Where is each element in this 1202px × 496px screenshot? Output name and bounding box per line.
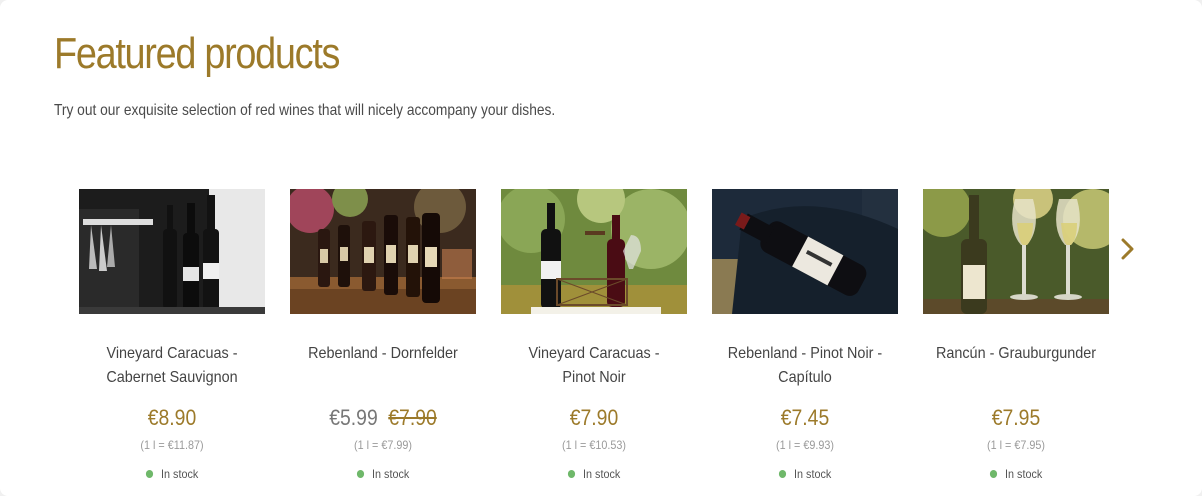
- current-price: €8.90: [147, 405, 197, 430]
- section-subtitle: Try out our exquisite selection of red w…: [54, 102, 556, 119]
- in-stock-dot-icon: [356, 470, 364, 478]
- featured-products-section: Featured products Try out our exquisite …: [0, 0, 1202, 496]
- product-card[interactable]: Rancún - Grauburgunder €7.95 (1 l = €7.9…: [923, 189, 1109, 482]
- stock-status: In stock: [299, 466, 466, 482]
- stock-status: In stock: [932, 466, 1099, 482]
- stock-status: In stock: [88, 466, 255, 482]
- product-image[interactable]: [290, 189, 476, 314]
- product-card[interactable]: Vineyard Caracuas - Cabernet Sauvignon €…: [79, 189, 265, 482]
- product-name[interactable]: Vineyard Caracuas - Pinot Noir: [510, 342, 677, 390]
- product-price: €7.45: [723, 404, 887, 432]
- product-image[interactable]: [79, 189, 265, 314]
- product-image[interactable]: [712, 189, 898, 314]
- in-stock-dot-icon: [989, 470, 997, 478]
- in-stock-dot-icon: [145, 470, 153, 478]
- product-card[interactable]: Vineyard Caracuas - Pinot Noir €7.90 (1 …: [501, 189, 687, 482]
- product-card[interactable]: Rebenland - Pinot Noir - Capítulo €7.45 …: [712, 189, 898, 482]
- old-price: €7.90: [388, 405, 437, 430]
- chevron-right-icon: [1121, 238, 1134, 260]
- stock-label: In stock: [161, 467, 199, 481]
- current-price: €5.99: [329, 405, 378, 430]
- product-image[interactable]: [923, 189, 1109, 314]
- stock-label: In stock: [1005, 467, 1043, 481]
- current-price: €7.45: [780, 405, 830, 430]
- stock-label: In stock: [583, 467, 621, 481]
- stock-status: In stock: [721, 466, 888, 482]
- unit-price: (1 l = €7.95): [987, 438, 1045, 452]
- product-name[interactable]: Rebenland - Dornfelder: [299, 342, 466, 390]
- stock-status: In stock: [510, 466, 677, 482]
- product-name[interactable]: Vineyard Caracuas - Cabernet Sauvignon: [88, 342, 255, 390]
- unit-price: (1 l = €7.99): [354, 438, 412, 452]
- product-image[interactable]: [501, 189, 687, 314]
- section-title: Featured products: [54, 29, 340, 78]
- unit-price: (1 l = €11.87): [140, 438, 204, 452]
- product-price: €5.99 €7.90: [301, 404, 465, 432]
- current-price: €7.95: [991, 405, 1041, 430]
- product-price: €7.95: [934, 404, 1098, 432]
- current-price: €7.90: [569, 405, 619, 430]
- product-name[interactable]: Rebenland - Pinot Noir - Capítulo: [721, 342, 888, 390]
- slider-next-button[interactable]: [1116, 236, 1138, 262]
- unit-price: (1 l = €9.93): [776, 438, 834, 452]
- product-price: €7.90: [512, 404, 676, 432]
- in-stock-dot-icon: [778, 470, 786, 478]
- product-card[interactable]: Rebenland - Dornfelder €5.99 €7.90 (1 l =…: [290, 189, 476, 482]
- product-price: €8.90: [90, 404, 254, 432]
- unit-price: (1 l = €10.53): [562, 438, 626, 452]
- in-stock-dot-icon: [567, 470, 575, 478]
- stock-label: In stock: [372, 467, 410, 481]
- product-name[interactable]: Rancún - Grauburgunder: [932, 342, 1099, 390]
- stock-label: In stock: [794, 467, 832, 481]
